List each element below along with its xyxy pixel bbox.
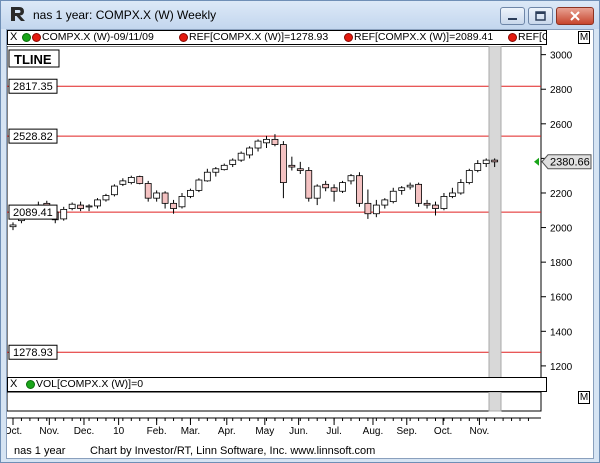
volume-dot-green-icon bbox=[26, 380, 35, 389]
x-tick-label: Apr. bbox=[218, 426, 236, 437]
price-legend-bar: X COMPX.X (W)-09/11/09 REF[COMPX.X (W)]=… bbox=[7, 30, 547, 45]
tline-label: TLINE bbox=[14, 52, 52, 67]
y-tick-label: 2000 bbox=[550, 224, 573, 235]
volume-legend-text[interactable]: VOL[COMPX.X (W)]=0 bbox=[36, 378, 143, 391]
status-credit: Chart by Investor/RT, Linn Software, Inc… bbox=[90, 445, 376, 457]
legend-dot-green-icon bbox=[22, 33, 31, 42]
volume-close-button[interactable]: X bbox=[10, 378, 17, 391]
candle[interactable] bbox=[237, 151, 245, 162]
x-tick-label: Aug. bbox=[363, 426, 384, 437]
candle[interactable] bbox=[195, 178, 203, 193]
legend-dot-red-icon bbox=[179, 33, 188, 42]
maximize-button[interactable] bbox=[528, 7, 553, 25]
candle[interactable] bbox=[415, 182, 423, 207]
y-tick-label: 2200 bbox=[550, 189, 573, 200]
status-symbol: nas 1 year bbox=[14, 445, 66, 457]
x-tick-label: Nov. bbox=[39, 426, 59, 437]
x-tick-label: Jul. bbox=[326, 426, 342, 437]
candle[interactable] bbox=[339, 180, 346, 193]
close-icon bbox=[570, 11, 580, 21]
y-tick-label: 2600 bbox=[550, 120, 573, 131]
price-chart[interactable]: 1200140016001800200022002400260028003000… bbox=[7, 46, 595, 381]
candle[interactable] bbox=[305, 167, 313, 202]
candle[interactable] bbox=[356, 172, 363, 207]
y-tick-label: 1800 bbox=[550, 258, 573, 269]
window-title: nas 1 year: COMPX.X (W) Weekly bbox=[33, 8, 217, 22]
x-tick-label: May bbox=[255, 426, 274, 437]
legend-dot-red-icon bbox=[32, 33, 41, 42]
x-tick-label: Oct. bbox=[7, 426, 22, 437]
candle[interactable] bbox=[136, 175, 144, 185]
y-tick-label: 1200 bbox=[550, 362, 573, 373]
volume-current-bar-highlight bbox=[488, 392, 502, 412]
legend-item-ref-1278[interactable]: REF[COMPX.X (W)]=1278.93 bbox=[189, 31, 328, 44]
current-bar-highlight bbox=[488, 46, 502, 379]
legend-item-compx[interactable]: COMPX.X (W)-09/11/09 bbox=[42, 31, 154, 44]
reference-label: 2089.41 bbox=[13, 207, 53, 219]
minimize-button[interactable] bbox=[500, 7, 525, 25]
x-tick-label: 10 bbox=[113, 426, 125, 437]
volume-legend-bar: X VOL[COMPX.X (W)]=0 bbox=[7, 377, 547, 392]
minimize-icon bbox=[508, 18, 517, 20]
candle[interactable] bbox=[111, 184, 118, 197]
last-price-label: 2380.66 bbox=[550, 157, 590, 169]
legend-m-button[interactable]: M bbox=[578, 31, 590, 44]
candle[interactable] bbox=[465, 168, 473, 185]
y-tick-label: 1400 bbox=[550, 327, 573, 338]
candle[interactable] bbox=[187, 188, 194, 199]
legend-dot-red-icon bbox=[508, 33, 517, 42]
y-tick-label: 2800 bbox=[550, 85, 573, 96]
reference-label: 2817.35 bbox=[13, 81, 53, 93]
x-tick-label: Nov. bbox=[470, 426, 490, 437]
x-tick-label: Oct. bbox=[434, 426, 452, 437]
legend-dot-red-icon bbox=[344, 33, 353, 42]
y-tick-label: 3000 bbox=[550, 51, 573, 62]
application-window: nas 1 year: COMPX.X (W) Weekly X COMPX.X… bbox=[0, 0, 600, 463]
volume-plot-area bbox=[7, 392, 542, 412]
investor-rt-logo-icon bbox=[11, 7, 25, 21]
reference-label: 2528.82 bbox=[13, 131, 53, 143]
legend-close-button[interactable]: X bbox=[10, 31, 17, 44]
y-tick-label: 1600 bbox=[550, 293, 573, 304]
x-tick-label: Dec. bbox=[74, 426, 95, 437]
close-window-button[interactable] bbox=[556, 7, 594, 25]
candle[interactable] bbox=[144, 180, 152, 202]
title-bar[interactable]: nas 1 year: COMPX.X (W) Weekly bbox=[1, 1, 599, 29]
status-bar: nas 1 year Chart by Investor/RT, Linn So… bbox=[6, 443, 594, 459]
x-tick-label: Sep. bbox=[396, 426, 417, 437]
reference-label: 1278.93 bbox=[13, 347, 53, 359]
x-tick-label: Mar. bbox=[181, 426, 200, 437]
chart-panel: X COMPX.X (W)-09/11/09 REF[COMPX.X (W)]=… bbox=[6, 29, 594, 459]
volume-pane[interactable]: Oct. Nov. Dec. 10 Feb. Mar. Apr. May Jun. Jul. Aug… bbox=[7, 392, 595, 440]
x-tick-label: Jun. bbox=[289, 426, 308, 437]
x-tick-label: Feb. bbox=[147, 426, 167, 437]
legend-item-ref-2089[interactable]: REF[COMPX.X (W)]=2089.41 bbox=[354, 31, 493, 44]
legend-item-ref-partial[interactable]: REF[COMPX.X bbox=[518, 31, 546, 44]
maximize-icon bbox=[535, 11, 546, 21]
